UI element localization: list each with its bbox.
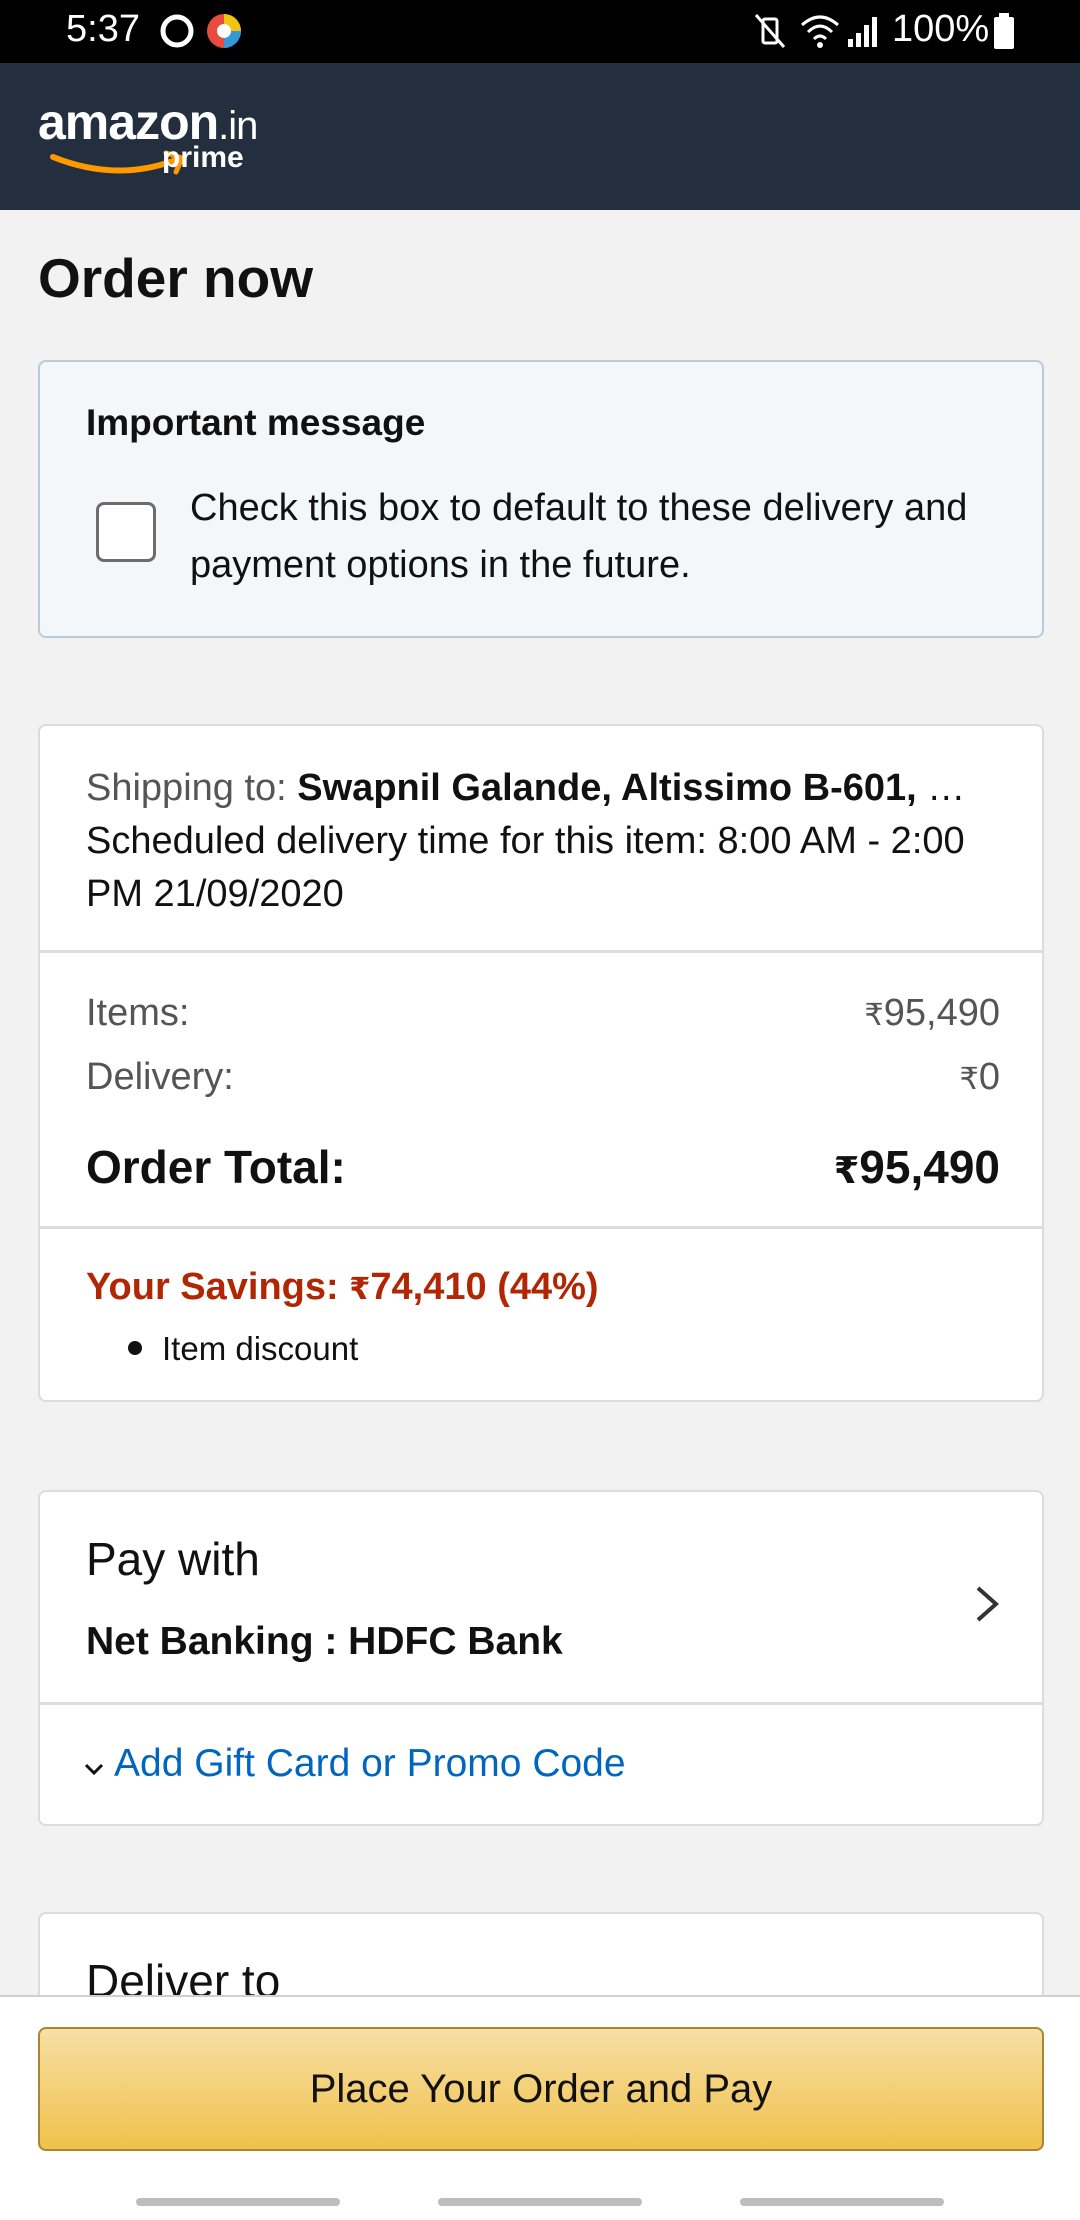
pay-with-title: Pay with <box>86 1533 260 1585</box>
order-total-row: Order Total: ₹95,490 <box>86 1141 1000 1193</box>
order-total-value: 95,490 <box>859 1141 1000 1193</box>
add-promo-code-link[interactable]: Add Gift Card or Promo Code <box>84 1742 626 1786</box>
vibrate-mute-icon <box>754 14 786 48</box>
status-bar: 5:37 100% <box>0 0 1080 63</box>
shipping-address[interactable]: Swapnil Galande, Altissimo B-601, <box>297 767 916 809</box>
savings-amount: 74,410 <box>370 1266 487 1308</box>
default-options-label[interactable]: Check this box to default to these deliv… <box>190 480 990 594</box>
chevron-down-icon <box>84 1763 104 1776</box>
nav-bar-handle[interactable] <box>438 2198 642 2206</box>
prime-label: prime <box>162 141 244 174</box>
signal-icon <box>848 17 877 47</box>
status-time: 5:37 <box>66 8 140 50</box>
page-title: Order now <box>38 247 314 309</box>
delivery-schedule: Scheduled delivery time for this item: 8… <box>86 820 965 915</box>
nav-bar-handle[interactable] <box>136 2198 340 2206</box>
payment-card: Pay with Net Banking : HDFC Bank Add Gif… <box>38 1490 1044 1826</box>
savings-item: Item discount <box>128 1330 358 1368</box>
items-value: 95,490 <box>883 992 1000 1034</box>
items-row: Items: ₹95,490 <box>86 992 1000 1034</box>
app-notification-icon <box>207 14 241 48</box>
divider <box>40 1226 1042 1229</box>
chevron-right-icon <box>976 1586 1000 1622</box>
place-order-button[interactable]: Place Your Order and Pay <box>38 2027 1044 2151</box>
savings-percent: (44%) <box>497 1266 599 1308</box>
battery-percent: 100% <box>892 8 990 50</box>
app-header: amazon.in prime <box>0 63 1080 210</box>
wifi-icon <box>801 15 839 48</box>
delivery-value: 0 <box>978 1056 1000 1098</box>
delivery-label: Delivery: <box>86 1056 234 1098</box>
divider <box>40 950 1042 953</box>
divider <box>40 1702 1042 1705</box>
savings-line: Your Savings: ₹74,410 (44%) <box>86 1266 599 1308</box>
default-options-checkbox[interactable] <box>96 502 156 562</box>
items-label: Items: <box>86 992 190 1034</box>
bullet-icon <box>128 1341 142 1356</box>
shipping-label: Shipping to: <box>86 767 287 809</box>
payment-method-row[interactable]: Pay with Net Banking : HDFC Bank <box>40 1492 1042 1702</box>
important-message-card: Important message Check this box to defa… <box>38 360 1044 638</box>
order-summary-card: Shipping to: Swapnil Galande, Altissimo … <box>38 724 1044 1402</box>
amazon-prime-logo[interactable]: amazon.in prime <box>38 93 278 183</box>
important-message-title: Important message <box>86 402 426 443</box>
delivery-row: Delivery: ₹0 <box>86 1056 1000 1098</box>
order-total-label: Order Total: <box>86 1141 346 1193</box>
bottom-action-bar: Place Your Order and Pay <box>0 1995 1080 2220</box>
payment-method: Net Banking : HDFC Bank <box>86 1620 563 1663</box>
sync-ring-icon <box>160 14 194 48</box>
nav-bar-handle[interactable] <box>740 2198 944 2206</box>
battery-icon <box>994 13 1014 49</box>
shipping-info: Shipping to: Swapnil Galande, Altissimo … <box>86 762 1016 921</box>
